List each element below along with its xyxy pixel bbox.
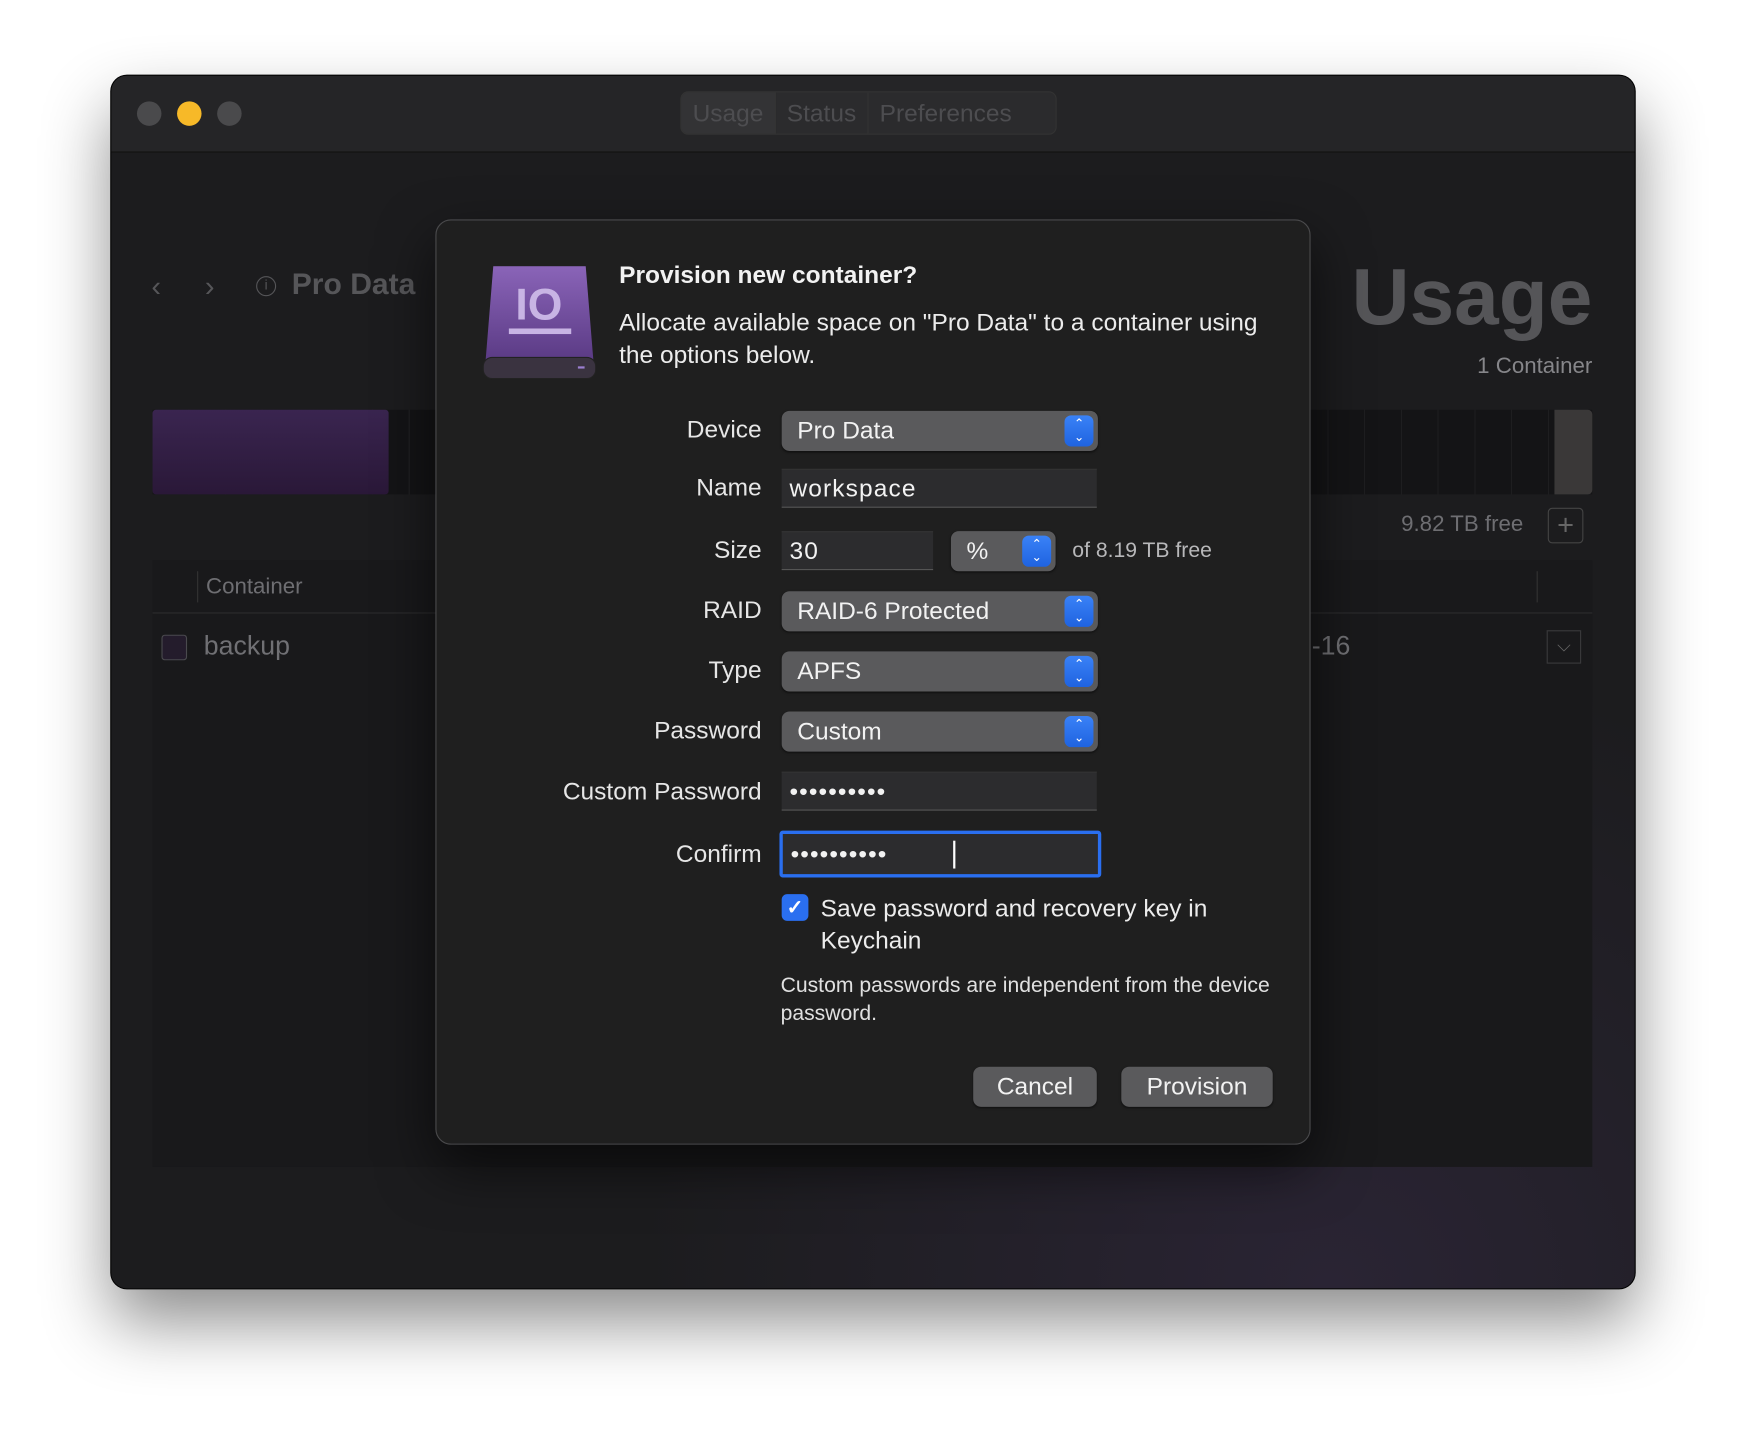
size-label: Size [713, 535, 762, 564]
dialog-description: Allocate available space on "Pro Data" t… [619, 308, 1258, 369]
keychain-label[interactable]: Save password and recovery key in Keycha… [821, 892, 1244, 957]
back-icon[interactable]: ‹ [151, 269, 161, 304]
minimize-button[interactable] [177, 101, 202, 126]
size-unit-value: % [966, 536, 989, 565]
forward-icon[interactable]: › [205, 269, 215, 304]
page-title: Usage [1351, 252, 1593, 342]
custom-password-value: •••••••••• [789, 777, 887, 806]
size-value: 30 [789, 536, 819, 565]
name-label: Name [696, 473, 762, 502]
zoom-button[interactable] [217, 101, 242, 126]
io-drive-icon: IO [482, 266, 597, 380]
row-date: -16 [1311, 631, 1351, 662]
type-label: Type [708, 655, 762, 684]
chevron-up-down-icon: ⌃ ⌄ [1064, 415, 1094, 447]
device-popup[interactable]: Pro Data ⌃ ⌄ [781, 410, 1098, 451]
info-icon[interactable]: i [256, 276, 277, 297]
tab-status[interactable]: Status [776, 92, 869, 134]
usage-bar-end [1554, 409, 1593, 495]
password-label: Password [654, 715, 762, 744]
name-input[interactable]: workspace [781, 468, 1097, 508]
confirm-label: Confirm [675, 839, 762, 868]
text-cursor [953, 840, 956, 869]
size-free-label: of 8.19 TB free [1072, 538, 1212, 563]
custom-password-input[interactable]: •••••••••• [781, 771, 1097, 811]
confirm-value: •••••••••• [790, 839, 888, 868]
keychain-checkbox[interactable]: ✓ [781, 894, 809, 921]
chevron-down-icon[interactable]: ⌵ [1546, 630, 1582, 664]
tab-bar: Usage Status Preferences [680, 91, 1057, 135]
container-count: 1 Container [1477, 354, 1593, 379]
row-name: backup [203, 631, 290, 662]
cancel-button[interactable]: Cancel [973, 1066, 1097, 1107]
chevron-up-down-icon: ⌃ ⌄ [1022, 535, 1052, 567]
add-container-button[interactable]: + [1547, 507, 1584, 544]
size-input[interactable]: 30 [781, 531, 934, 571]
provision-button[interactable]: Provision [1121, 1066, 1273, 1107]
tab-usage[interactable]: Usage [681, 92, 776, 134]
free-space-label: 9.82 TB free [1401, 512, 1524, 537]
chevron-up-down-icon: ⌃ ⌄ [1064, 655, 1094, 688]
name-value: workspace [789, 474, 917, 503]
type-popup[interactable]: APFS ⌃ ⌄ [781, 651, 1098, 692]
size-unit-popup[interactable]: % ⌃ ⌄ [950, 531, 1056, 572]
dialog-title: Provision new container? [619, 260, 918, 289]
raid-popup[interactable]: RAID-6 Protected ⌃ ⌄ [781, 591, 1098, 632]
password-popup[interactable]: Custom ⌃ ⌄ [781, 711, 1098, 752]
usage-bar-fill [152, 409, 389, 495]
raid-value: RAID-6 Protected [797, 596, 990, 625]
device-value: Pro Data [797, 416, 894, 445]
device-label: Device [686, 415, 762, 444]
password-value: Custom [797, 717, 882, 745]
chevron-up-down-icon: ⌃ ⌄ [1064, 595, 1094, 627]
chevron-up-down-icon: ⌃ ⌄ [1064, 715, 1094, 748]
raid-label: RAID [703, 595, 762, 624]
column-header-container[interactable]: Container [206, 575, 303, 601]
close-button[interactable] [136, 101, 162, 126]
row-checkbox[interactable] [161, 634, 188, 661]
device-name: Pro Data [291, 267, 416, 301]
provision-dialog: IO Provision new container? Allocate ava… [435, 219, 1311, 1145]
custom-password-label: Custom Password [562, 777, 762, 806]
tab-preferences[interactable]: Preferences [868, 92, 1022, 133]
confirm-input[interactable]: •••••••••• [779, 830, 1102, 878]
svg-text:IO: IO [515, 281, 562, 330]
title-bar: Usage Status Preferences [111, 75, 1635, 153]
type-value: APFS [797, 656, 862, 685]
password-note: Custom passwords are independent from th… [780, 974, 1270, 1026]
